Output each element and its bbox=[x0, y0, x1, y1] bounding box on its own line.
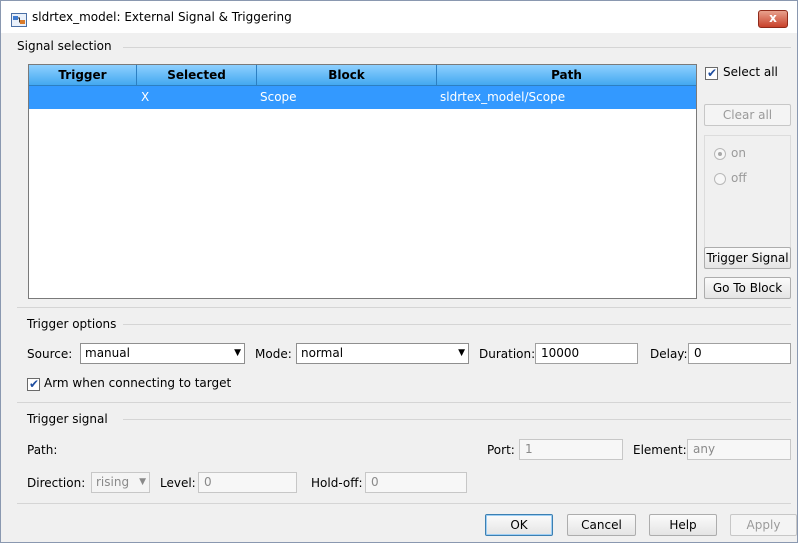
column-header-trigger[interactable]: Trigger bbox=[29, 65, 137, 85]
trigger-signal-button[interactable]: Trigger Signal bbox=[704, 247, 791, 269]
go-to-block-button[interactable]: Go To Block bbox=[704, 277, 791, 299]
holdoff-input[interactable]: 0 bbox=[365, 472, 467, 493]
source-dropdown[interactable]: manual ▼ bbox=[80, 343, 245, 364]
cell-path: sldrtex_model/Scope bbox=[440, 90, 566, 104]
port-label: Port: bbox=[487, 443, 515, 457]
duration-label: Duration: bbox=[479, 347, 536, 361]
select-all-checkbox[interactable]: ✔ bbox=[705, 66, 718, 80]
checkmark-icon: ✔ bbox=[707, 66, 718, 80]
column-header-path[interactable]: Path bbox=[437, 65, 696, 85]
trigger-signal-label: Trigger signal bbox=[27, 412, 108, 426]
section-divider bbox=[17, 307, 791, 308]
cell-selected: X bbox=[141, 90, 150, 104]
duration-input[interactable]: 10000 bbox=[535, 343, 638, 364]
column-header-selected[interactable]: Selected bbox=[137, 65, 257, 85]
arm-checkbox[interactable]: ✔ bbox=[27, 377, 40, 391]
level-label: Level: bbox=[160, 476, 196, 490]
signal-selection-label: Signal selection bbox=[17, 39, 112, 53]
source-value: manual bbox=[85, 346, 130, 360]
mode-label: Mode: bbox=[255, 347, 292, 361]
section-divider bbox=[123, 419, 791, 420]
trigger-options-label: Trigger options bbox=[27, 317, 117, 331]
mode-dropdown[interactable]: normal ▼ bbox=[296, 343, 469, 364]
close-button[interactable]: x bbox=[758, 10, 788, 28]
dropdown-arrow-icon: ▼ bbox=[234, 348, 241, 358]
holdoff-label: Hold-off: bbox=[311, 476, 363, 490]
close-icon: x bbox=[769, 11, 777, 25]
mode-value: normal bbox=[301, 346, 344, 360]
port-input[interactable]: 1 bbox=[519, 439, 623, 460]
delay-label: Delay: bbox=[650, 347, 688, 361]
direction-value: rising bbox=[96, 475, 130, 489]
section-divider bbox=[17, 402, 791, 403]
trigger-on-label: on bbox=[731, 146, 746, 160]
path-label: Path: bbox=[27, 443, 58, 457]
dropdown-arrow-icon: ▼ bbox=[458, 348, 465, 358]
section-divider bbox=[17, 503, 791, 504]
simulink-app-icon bbox=[11, 13, 27, 27]
column-header-block[interactable]: Block bbox=[257, 65, 437, 85]
dropdown-arrow-icon: ▼ bbox=[139, 477, 146, 487]
help-button[interactable]: Help bbox=[649, 514, 717, 536]
arm-label: Arm when connecting to target bbox=[44, 376, 232, 390]
clear-all-button[interactable]: Clear all bbox=[704, 104, 791, 126]
radio-dot-icon bbox=[718, 152, 722, 156]
trigger-off-radio[interactable] bbox=[714, 173, 726, 185]
table-header: Trigger Selected Block Path bbox=[29, 65, 696, 86]
cancel-button[interactable]: Cancel bbox=[567, 514, 636, 536]
table-row[interactable]: X Scope sldrtex_model/Scope bbox=[29, 86, 696, 109]
signal-table[interactable]: Trigger Selected Block Path X Scope sldr… bbox=[28, 64, 697, 299]
section-divider bbox=[123, 47, 791, 48]
trigger-on-radio[interactable] bbox=[714, 148, 726, 160]
source-label: Source: bbox=[27, 347, 73, 361]
ok-button[interactable]: OK bbox=[485, 514, 553, 536]
select-all-label: Select all bbox=[723, 65, 778, 79]
element-input[interactable]: any bbox=[687, 439, 791, 460]
direction-dropdown[interactable]: rising ▼ bbox=[91, 472, 150, 493]
section-divider bbox=[123, 324, 791, 325]
cell-block: Scope bbox=[260, 90, 297, 104]
title-bar[interactable]: sldrtex_model: External Signal & Trigger… bbox=[1, 1, 797, 33]
direction-label: Direction: bbox=[27, 476, 86, 490]
window-title: sldrtex_model: External Signal & Trigger… bbox=[32, 10, 292, 24]
level-input[interactable]: 0 bbox=[198, 472, 297, 493]
element-label: Element: bbox=[633, 443, 687, 457]
trigger-off-label: off bbox=[731, 171, 747, 185]
apply-button[interactable]: Apply bbox=[730, 514, 797, 536]
delay-input[interactable]: 0 bbox=[688, 343, 791, 364]
dialog-window: sldrtex_model: External Signal & Trigger… bbox=[0, 0, 798, 543]
checkmark-icon: ✔ bbox=[29, 377, 40, 391]
